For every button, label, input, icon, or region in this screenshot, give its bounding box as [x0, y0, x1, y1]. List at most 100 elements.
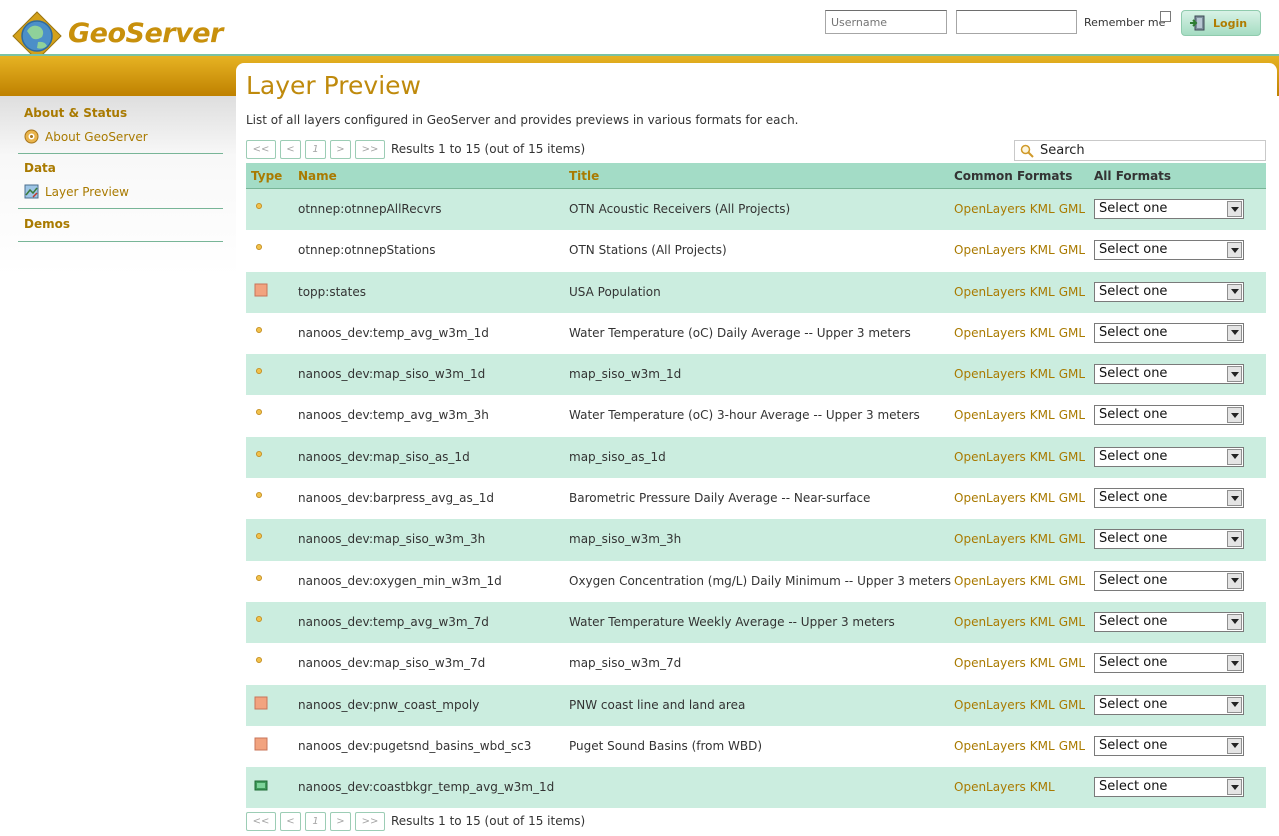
all-formats-select[interactable]: Select one [1094, 199, 1244, 219]
format-link-kml[interactable]: KML [1030, 739, 1055, 753]
remember-me-label: Remember me [1084, 16, 1166, 29]
login-button[interactable]: Login [1181, 10, 1261, 36]
format-link-kml[interactable]: KML [1030, 408, 1055, 422]
dropdown-arrow-icon[interactable] [1227, 201, 1242, 217]
dropdown-arrow-icon[interactable] [1227, 737, 1242, 754]
last-page-button[interactable]: >> [355, 139, 385, 159]
format-link-openlayers[interactable]: OpenLayers [954, 615, 1026, 629]
search-input[interactable]: Search [1014, 140, 1266, 161]
dropdown-arrow-icon[interactable] [1227, 283, 1242, 300]
format-link-gml[interactable]: GML [1059, 532, 1085, 546]
dropdown-arrow-icon[interactable] [1227, 779, 1242, 796]
all-formats-select[interactable]: Select one [1094, 735, 1244, 756]
format-link-kml[interactable]: KML [1030, 491, 1055, 505]
format-link-openlayers[interactable]: OpenLayers [954, 202, 1026, 216]
all-formats-select[interactable]: Select one [1094, 322, 1244, 343]
sidebar-item-layer-preview[interactable]: Layer Preview [24, 184, 129, 199]
last-page-button[interactable]: >> [355, 811, 385, 831]
next-page-button[interactable]: > [330, 811, 351, 831]
results-count: Results 1 to 15 (out of 15 items) [391, 814, 586, 828]
all-formats-select[interactable]: Select one [1094, 529, 1244, 550]
sidebar-item-about-geoserver[interactable]: About GeoServer [24, 129, 148, 144]
password-field[interactable] [956, 10, 1077, 34]
dropdown-arrow-icon[interactable] [1227, 531, 1242, 548]
format-link-kml[interactable]: KML [1030, 615, 1055, 629]
format-link-kml[interactable]: KML [1030, 574, 1055, 588]
format-link-openlayers[interactable]: OpenLayers [954, 408, 1026, 422]
format-link-gml[interactable]: GML [1059, 698, 1085, 712]
format-link-kml[interactable]: KML [1030, 326, 1055, 340]
dropdown-arrow-icon[interactable] [1227, 655, 1242, 672]
all-formats-select[interactable]: Select one [1094, 488, 1244, 509]
format-link-gml[interactable]: GML [1059, 615, 1085, 629]
format-link-gml[interactable]: GML [1059, 450, 1085, 464]
dropdown-arrow-icon[interactable] [1227, 407, 1242, 424]
dropdown-arrow-icon[interactable] [1227, 572, 1242, 589]
format-link-gml[interactable]: GML [1059, 285, 1085, 299]
format-link-openlayers[interactable]: OpenLayers [954, 739, 1026, 753]
dropdown-arrow-icon[interactable] [1227, 613, 1242, 630]
format-link-openlayers[interactable]: OpenLayers [954, 243, 1026, 257]
all-formats-select[interactable]: Select one [1094, 570, 1244, 591]
format-link-openlayers[interactable]: OpenLayers [954, 532, 1026, 546]
format-link-openlayers[interactable]: OpenLayers [954, 574, 1026, 588]
all-formats-select[interactable]: Select one [1094, 446, 1244, 467]
format-link-gml[interactable]: GML [1059, 367, 1085, 381]
format-link-kml[interactable]: KML [1030, 780, 1055, 794]
format-link-gml[interactable]: GML [1059, 326, 1085, 340]
format-link-openlayers[interactable]: OpenLayers [954, 367, 1026, 381]
format-link-openlayers[interactable]: OpenLayers [954, 780, 1026, 794]
format-link-openlayers[interactable]: OpenLayers [954, 656, 1026, 670]
column-header-title[interactable]: Title [569, 169, 599, 183]
dropdown-arrow-icon[interactable] [1227, 324, 1242, 341]
format-link-gml[interactable]: GML [1059, 491, 1085, 505]
dropdown-arrow-icon[interactable] [1227, 366, 1242, 383]
sidebar-item-label: Layer Preview [45, 184, 129, 199]
format-link-kml[interactable]: KML [1030, 285, 1055, 299]
first-page-button[interactable]: << [246, 139, 276, 159]
format-link-gml[interactable]: GML [1059, 408, 1085, 422]
format-link-kml[interactable]: KML [1030, 202, 1055, 216]
prev-page-button[interactable]: < [280, 139, 301, 159]
prev-page-button[interactable]: < [280, 811, 301, 831]
remember-me-checkbox[interactable] [1160, 11, 1171, 22]
all-formats-select[interactable]: Select one [1094, 240, 1244, 261]
format-link-kml[interactable]: KML [1030, 532, 1055, 546]
format-link-kml[interactable]: KML [1030, 367, 1055, 381]
format-link-gml[interactable]: GML [1059, 202, 1085, 216]
format-link-gml[interactable]: GML [1059, 656, 1085, 670]
all-formats-select[interactable]: Select one [1094, 694, 1244, 715]
format-link-kml[interactable]: KML [1030, 656, 1055, 670]
format-link-openlayers[interactable]: OpenLayers [954, 450, 1026, 464]
format-link-openlayers[interactable]: OpenLayers [954, 491, 1026, 505]
current-page-button[interactable]: 1 [305, 139, 326, 159]
dropdown-arrow-icon[interactable] [1227, 696, 1242, 713]
dropdown-arrow-icon[interactable] [1227, 448, 1242, 465]
format-link-openlayers[interactable]: OpenLayers [954, 698, 1026, 712]
all-formats-select[interactable]: Select one [1094, 653, 1244, 674]
format-link-gml[interactable]: GML [1059, 739, 1085, 753]
next-page-button[interactable]: > [330, 139, 351, 159]
dropdown-arrow-icon[interactable] [1227, 490, 1242, 507]
select-value: Select one [1099, 737, 1168, 753]
current-page-button[interactable]: 1 [305, 811, 326, 831]
dropdown-arrow-icon[interactable] [1227, 242, 1242, 259]
format-link-gml[interactable]: GML [1059, 574, 1085, 588]
all-formats-select[interactable]: Select one [1094, 405, 1244, 426]
all-formats-select[interactable]: Select one [1094, 281, 1244, 302]
format-link-kml[interactable]: KML [1030, 698, 1055, 712]
format-link-openlayers[interactable]: OpenLayers [954, 285, 1026, 299]
format-link-openlayers[interactable]: OpenLayers [954, 326, 1026, 340]
column-header-name[interactable]: Name [298, 169, 337, 183]
all-formats-select[interactable]: Select one [1094, 364, 1244, 385]
username-field[interactable] [825, 10, 947, 34]
logo-wordmark[interactable]: GeoServer [68, 18, 223, 49]
column-header-type[interactable]: Type [251, 169, 282, 183]
first-page-button[interactable]: << [246, 811, 276, 831]
format-link-kml[interactable]: KML [1030, 450, 1055, 464]
all-formats-select[interactable]: Select one [1094, 611, 1244, 632]
all-formats-select[interactable]: Select one [1094, 777, 1244, 798]
format-link-kml[interactable]: KML [1030, 243, 1055, 257]
format-link-gml[interactable]: GML [1059, 243, 1085, 257]
sidebar-section-demos[interactable]: Demos [24, 217, 70, 231]
